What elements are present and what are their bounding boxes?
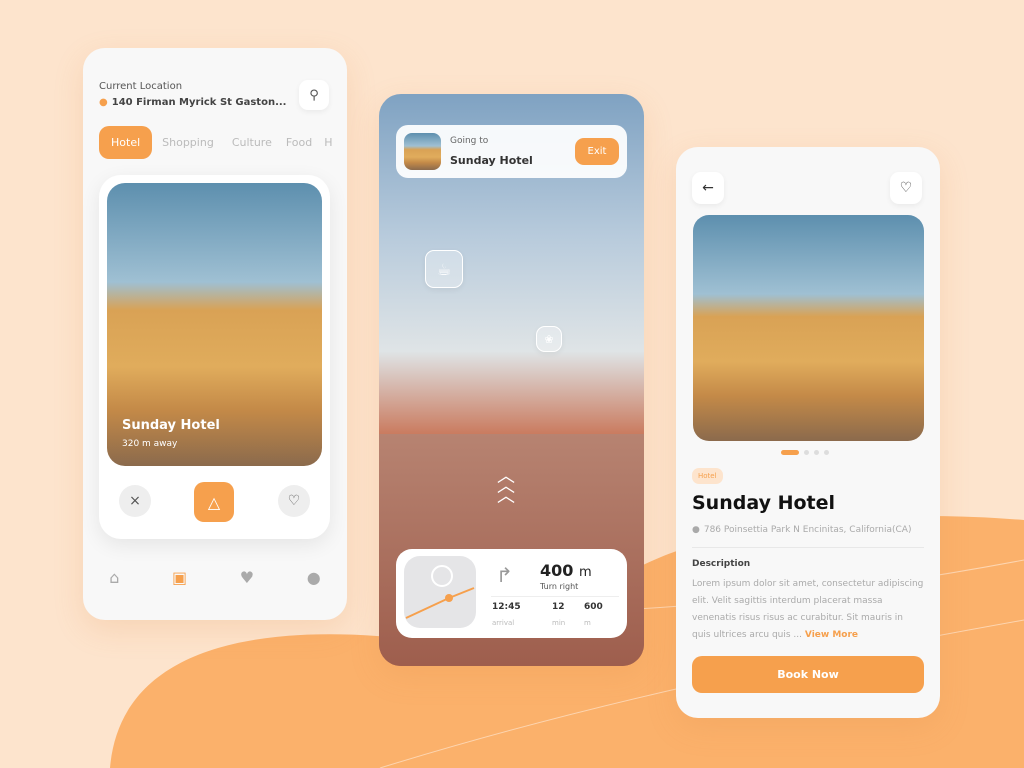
heart-icon: ♡ xyxy=(899,180,913,196)
tab-culture[interactable]: Culture xyxy=(232,126,282,159)
home-icon[interactable]: ⌂ xyxy=(109,568,119,587)
bottom-nav: ⌂ ▣ ♥ ● xyxy=(83,568,347,587)
heart-nav-icon[interactable]: ♥ xyxy=(240,568,254,587)
navigate-button[interactable]: △ xyxy=(194,482,234,522)
heart-icon: ♡ xyxy=(287,493,301,509)
navigation-screen: Going to Sunday Hotel Exit ☕ ❀ ︿ ︿ ︿ ↱ 400… xyxy=(379,94,644,666)
distance-value: 400 xyxy=(540,561,574,580)
paw-icon: ❀ xyxy=(544,332,554,346)
forward-chevrons-icon: ︿ ︿ ︿ xyxy=(497,466,515,507)
favorite-button[interactable]: ♡ xyxy=(278,485,310,517)
coffee-icon: ☕ xyxy=(436,259,452,279)
dismiss-button[interactable]: × xyxy=(119,485,151,517)
turn-right-icon: ↱ xyxy=(496,563,513,587)
hotel-card[interactable]: Sunday Hotel 320 m away × △ ♡ xyxy=(99,175,330,539)
category-badge: Hotel xyxy=(692,468,723,484)
directions-panel: ↱ 400 m Turn right 12:45 arrival 12 min … xyxy=(396,549,627,638)
navigation-icon: △ xyxy=(207,492,221,512)
minutes-label: min xyxy=(552,619,566,627)
hotel-distance: 320 m away xyxy=(122,439,178,449)
tab-shopping[interactable]: Shopping xyxy=(162,126,224,159)
arrival-time: 12:45 xyxy=(492,602,521,612)
minutes-value: 12 xyxy=(552,602,565,612)
hotel-title: Sunday Hotel xyxy=(692,492,836,514)
pet-poi[interactable]: ❀ xyxy=(536,326,562,352)
carousel-dot[interactable] xyxy=(824,450,829,455)
view-more-link[interactable]: View More xyxy=(805,630,858,640)
location-label: Current Location xyxy=(99,81,183,92)
turn-instruction: Turn right xyxy=(540,582,579,591)
carousel-dot[interactable] xyxy=(804,450,809,455)
exit-button[interactable]: Exit xyxy=(575,138,619,165)
search-button[interactable]: ⚲ xyxy=(299,80,329,110)
destination-thumbnail xyxy=(404,133,441,170)
favorite-button[interactable]: ♡ xyxy=(890,172,922,204)
distance-unit: m xyxy=(578,565,592,580)
profile-icon[interactable]: ● xyxy=(307,568,321,587)
remaining-distance: 600 xyxy=(584,602,603,612)
carousel-dots xyxy=(781,450,829,455)
destination-bar: Going to Sunday Hotel Exit xyxy=(396,125,627,178)
category-tabs: Hotel Shopping Culture Food H xyxy=(99,126,333,159)
description-heading: Description xyxy=(692,559,751,569)
carousel-dot[interactable] xyxy=(814,450,819,455)
remaining-unit: m xyxy=(584,619,591,627)
arrival-label: arrival xyxy=(492,619,515,627)
tab-food[interactable]: Food xyxy=(286,126,322,159)
back-button[interactable]: ← xyxy=(692,172,724,204)
carousel-dot-active[interactable] xyxy=(781,450,799,455)
hotel-detail-screen: ← ♡ Hotel Sunday Hotel ● 786 Poinsettia P… xyxy=(676,147,940,718)
mini-map xyxy=(404,556,476,628)
tab-hotel[interactable]: Hotel xyxy=(99,126,153,159)
map-icon[interactable]: ▣ xyxy=(172,568,187,587)
search-icon: ⚲ xyxy=(309,87,319,103)
hotel-name: Sunday Hotel xyxy=(122,418,220,433)
pin-icon: ● xyxy=(99,97,108,108)
hotel-photo xyxy=(693,215,924,441)
cafe-poi[interactable]: ☕ xyxy=(425,250,463,288)
current-address: 140 Firman Myrick St Gaston... xyxy=(111,97,287,108)
tab-more[interactable]: H xyxy=(324,126,332,159)
book-now-button[interactable]: Book Now xyxy=(692,656,924,693)
destination-name: Sunday Hotel xyxy=(450,154,533,167)
pin-icon: ● xyxy=(692,525,700,535)
going-to-label: Going to xyxy=(450,136,489,146)
home-screen: Current Location ● 140 Firman Myrick St … xyxy=(83,48,347,620)
hotel-address: 786 Poinsettia Park N Encinitas, Califor… xyxy=(703,525,912,535)
